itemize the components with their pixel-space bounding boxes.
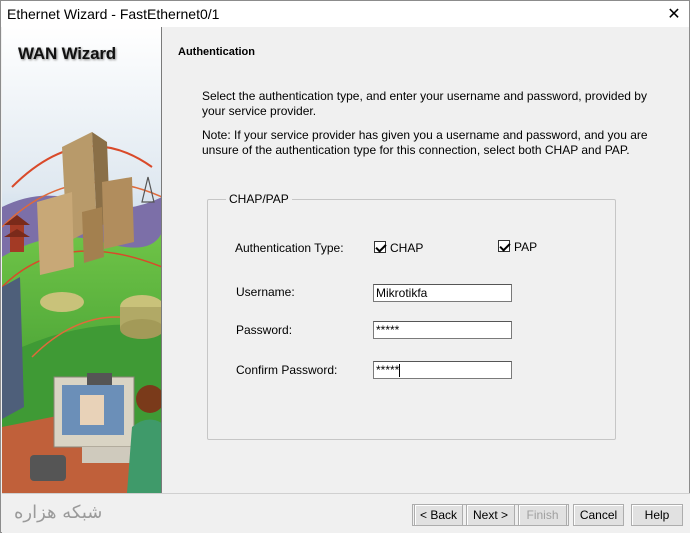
password-value: ***** [376, 323, 400, 337]
title-bar[interactable]: Ethernet Wizard - FastEthernet0/1 ✕ [1, 1, 689, 27]
sidebar-title: WAN Wizard [18, 44, 116, 63]
section-title: Authentication [178, 46, 255, 58]
confirm-password-label: Confirm Password: [236, 363, 338, 377]
wizard-sidebar-illustration: WAN Wizard [2, 27, 162, 493]
password-input[interactable]: ***** [373, 321, 512, 339]
close-button[interactable]: ✕ [659, 1, 689, 27]
username-label: Username: [236, 285, 295, 299]
button-bar: شبکه هزاره < Back Next > Finish Cancel H… [2, 493, 690, 533]
help-button[interactable]: Help [631, 504, 683, 526]
confirm-password-value: ***** [376, 363, 400, 377]
password-label: Password: [236, 323, 293, 337]
watermark-logo: شبکه هزاره [14, 502, 103, 523]
username-value: Mikrotikfa [376, 286, 428, 300]
wizard-content: Authentication Select the authentication… [162, 27, 689, 493]
pap-checkbox[interactable] [498, 240, 510, 252]
auth-type-label: Authentication Type: [235, 241, 344, 255]
instruction-text: Select the authentication type, and ente… [202, 89, 647, 118]
chap-pap-groupbox: CHAP/PAP Authentication Type: CHAP PAP U… [207, 192, 616, 440]
groupbox-legend: CHAP/PAP [226, 192, 292, 206]
confirm-password-input[interactable]: ***** [373, 361, 512, 379]
chap-label[interactable]: CHAP [390, 241, 423, 255]
username-input[interactable]: Mikrotikfa [373, 284, 512, 302]
back-button[interactable]: < Back [414, 504, 463, 526]
chap-checkbox[interactable] [374, 241, 386, 253]
finish-button[interactable]: Finish [518, 504, 567, 526]
pap-label[interactable]: PAP [514, 240, 537, 254]
close-icon: ✕ [667, 6, 681, 23]
window-title: Ethernet Wizard - FastEthernet0/1 [7, 6, 220, 22]
wan-illustration-image [2, 27, 161, 493]
wizard-window: Ethernet Wizard - FastEthernet0/1 ✕ WAN … [0, 0, 690, 533]
next-button[interactable]: Next > [466, 504, 515, 526]
text-caret [399, 364, 401, 377]
cancel-button[interactable]: Cancel [573, 504, 624, 526]
note-text: Note: If your service provider has given… [202, 128, 648, 157]
